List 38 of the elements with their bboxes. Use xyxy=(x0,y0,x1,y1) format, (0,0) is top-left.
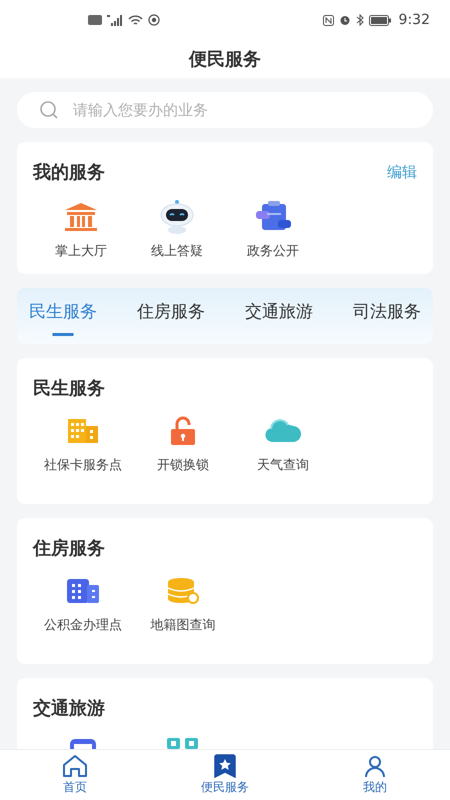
cloud-icon xyxy=(265,418,301,444)
service-item[interactable]: 线上答疑 xyxy=(129,198,225,260)
robot-icon xyxy=(158,199,196,235)
service-item[interactable]: 开锁换锁 xyxy=(133,412,233,474)
signal-icon xyxy=(107,14,123,26)
home-icon xyxy=(61,754,89,778)
service-item[interactable]: 掌上大厅 xyxy=(33,198,129,260)
buildings-icon xyxy=(66,418,100,444)
bluetooth-icon xyxy=(356,14,364,26)
person-icon xyxy=(363,754,387,778)
search-field[interactable]: 请输入您要办的业务 xyxy=(17,92,433,128)
battery-icon xyxy=(368,14,391,26)
nav-tab[interactable]: 首页 xyxy=(25,754,125,796)
section-title: 交通旅游 xyxy=(33,697,106,720)
service-item[interactable]: 天气查询 xyxy=(233,412,333,474)
wifi-icon xyxy=(128,14,143,26)
service-item[interactable]: 地籍图查询 xyxy=(133,572,233,634)
coin-stack-icon xyxy=(166,577,200,605)
nav-tab[interactable]: 我的 xyxy=(325,754,425,796)
category-tab[interactable]: 司法服务 xyxy=(353,300,421,336)
category-tab[interactable]: 民生服务 xyxy=(29,300,97,336)
star-bookmark-icon xyxy=(213,754,237,778)
section-title: 民生服务 xyxy=(33,377,106,400)
section-title: 住房服务 xyxy=(33,537,106,560)
page-title: 便民服务 xyxy=(189,48,261,71)
category-tab[interactable]: 交通旅游 xyxy=(245,300,313,336)
section-title: 我的服务 xyxy=(33,161,105,184)
alarm-icon xyxy=(338,14,351,26)
service-item[interactable]: 社保卡服务点 xyxy=(33,412,133,474)
office-building-icon xyxy=(66,578,100,604)
service-item[interactable]: 公积金办理点 xyxy=(33,572,133,634)
status-time: 9:32 xyxy=(398,12,430,28)
nfc-icon xyxy=(322,14,334,26)
padlock-icon xyxy=(168,416,198,446)
category-tab[interactable]: 住房服务 xyxy=(137,300,205,336)
bank-icon xyxy=(63,202,99,232)
service-item[interactable]: 政务公开 xyxy=(225,198,321,260)
nav-tab[interactable]: 便民服务 xyxy=(175,754,275,796)
